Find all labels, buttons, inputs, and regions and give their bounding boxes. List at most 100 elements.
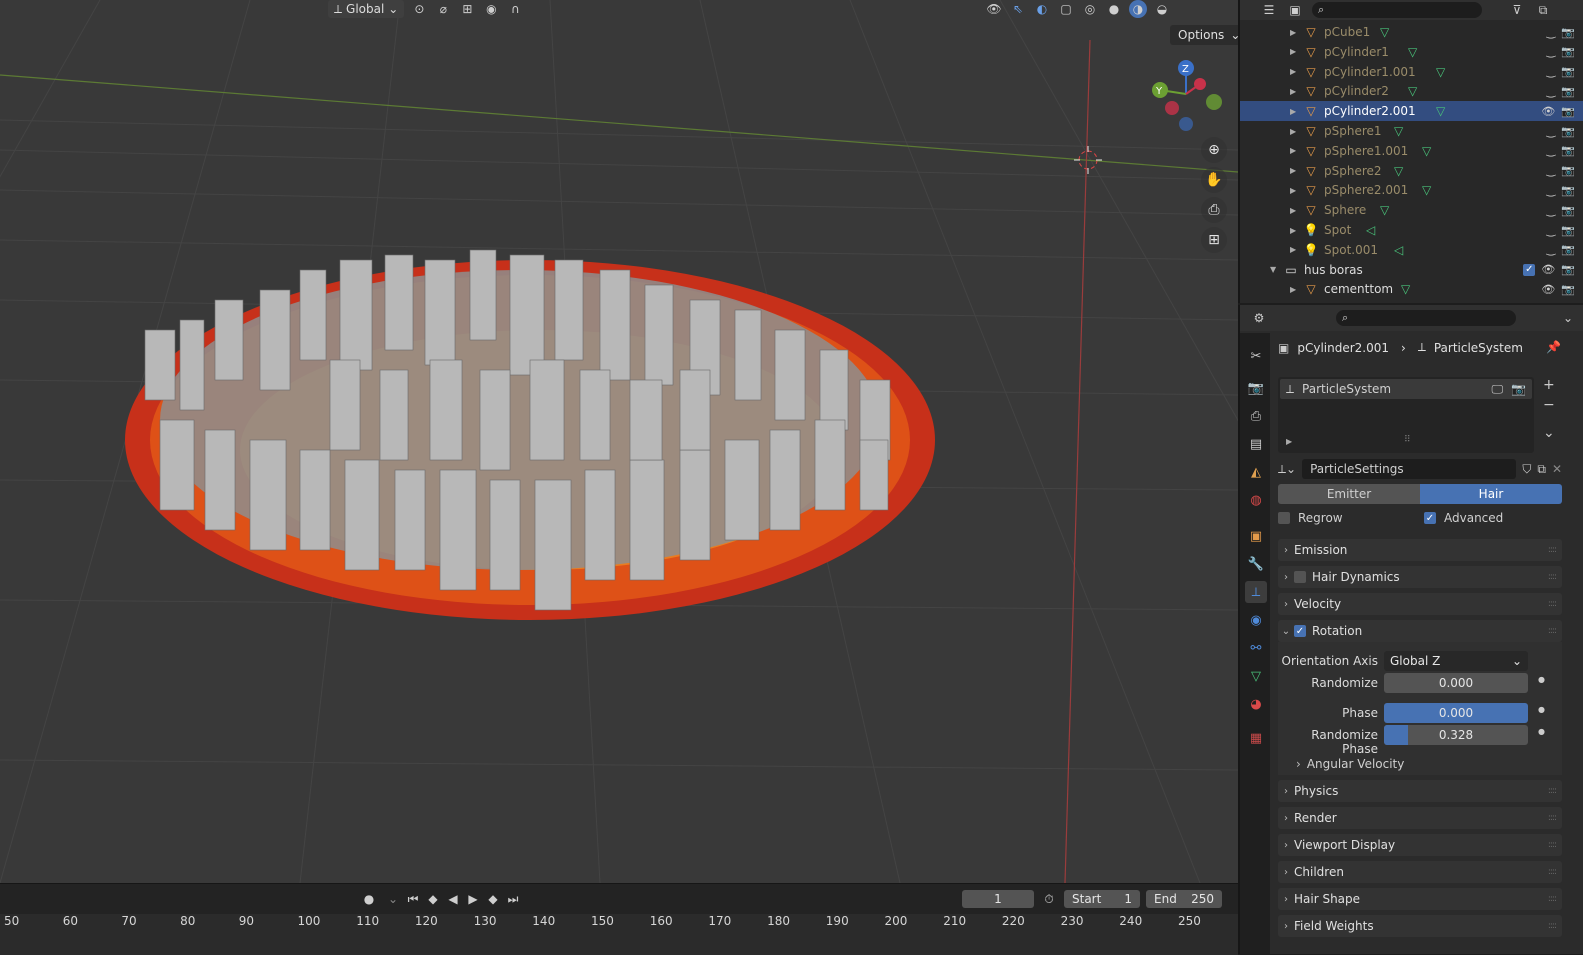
filter-icon[interactable]: ⊽ <box>1508 1 1526 19</box>
world-tab-icon[interactable]: ◍ <box>1245 489 1267 511</box>
navigation-gizmo[interactable]: Z Y <box>1148 58 1230 138</box>
panel-velocity[interactable]: › Velocity :::: <box>1278 593 1562 615</box>
render-camera-icon[interactable]: 📷 <box>1561 263 1575 276</box>
visibility-eye-icon[interactable]: ‿ <box>1546 125 1555 138</box>
hair-button[interactable]: Hair <box>1420 484 1562 504</box>
visibility-eye-icon[interactable]: ‿ <box>1546 204 1555 217</box>
material-tab-icon[interactable]: ◕ <box>1245 693 1267 715</box>
play-icon[interactable]: ▶ <box>464 890 482 908</box>
mesh-data-icon[interactable]: ▽ <box>1401 282 1410 296</box>
options-dropdown[interactable]: Options ⌄ <box>1170 25 1238 45</box>
rendered-shading-icon[interactable]: ◒ <box>1153 0 1171 18</box>
render-camera-icon[interactable]: 📷 <box>1561 45 1575 58</box>
expand-icon[interactable]: ▶ <box>1290 245 1296 254</box>
modifier-tab-icon[interactable]: 🔧 <box>1245 553 1267 575</box>
physics-tab-icon[interactable]: ◉ <box>1245 609 1267 631</box>
expand-icon[interactable]: ▶ <box>1290 285 1296 294</box>
pivot-point-icon[interactable]: ⊙ <box>410 0 428 18</box>
keyframe-record-icon[interactable]: ● <box>360 890 378 908</box>
expand-icon[interactable]: ▶ <box>1290 47 1296 56</box>
material-shading-icon[interactable]: ◑ <box>1129 0 1147 18</box>
outliner-item-row[interactable]: ▶ 💡 Spot ◁ ‿ 📷 <box>1240 220 1583 240</box>
expand-icon[interactable]: ▶ <box>1290 87 1296 96</box>
proportional-edit-icon[interactable]: ◉ <box>482 0 500 18</box>
render-camera-icon[interactable]: 📷 <box>1561 164 1575 177</box>
outliner-item-row[interactable]: ▶ ▽ pCylinder1 ▽ ‿ 📷 <box>1240 42 1583 62</box>
drag-grip-icon[interactable]: :::: <box>1548 599 1557 609</box>
outliner-item-row[interactable]: ▶ ▽ pSphere1 ▽ ‿ 📷 <box>1240 121 1583 141</box>
render-camera-icon[interactable]: 📷 <box>1561 26 1575 39</box>
next-keyframe-icon[interactable]: ◆ <box>484 890 502 908</box>
chevron-down-icon[interactable]: ⌄ <box>384 890 402 908</box>
outliner-item-row[interactable]: ▶ ▽ pCube1 ▽ ‿ 📷 <box>1240 22 1583 42</box>
hair-dynamics-checkbox[interactable] <box>1294 571 1306 583</box>
visibility-icon[interactable]: 👁 <box>985 0 1003 18</box>
stopwatch-icon[interactable]: ⏱ <box>1040 890 1058 908</box>
mesh-data-icon[interactable]: ▽ <box>1394 124 1403 138</box>
exclude-checkbox[interactable]: ✓ <box>1523 263 1536 276</box>
drag-grip-icon[interactable]: :::: <box>1548 894 1557 904</box>
solid-shading-icon[interactable]: ● <box>1105 0 1123 18</box>
constraints-tab-icon[interactable]: ⚯ <box>1245 637 1267 659</box>
texture-tab-icon[interactable]: ▦ <box>1245 727 1267 749</box>
outliner-item-row[interactable]: ▶ ▽ pCylinder2.001 ▽ 👁 📷 <box>1240 101 1583 122</box>
render-camera-icon[interactable]: 📷 <box>1561 204 1575 217</box>
expand-icon[interactable]: ▶ <box>1290 107 1296 116</box>
remove-slot-icon[interactable]: − <box>1543 397 1555 413</box>
visibility-eye-icon[interactable]: ‿ <box>1546 26 1555 39</box>
panel-rotation[interactable]: ⌄ ✓ Rotation :::: <box>1278 620 1562 642</box>
outliner-item-row[interactable]: ▶ ▽ pSphere2 ▽ ‿ 📷 <box>1240 161 1583 181</box>
outliner-item-row[interactable]: ▶ ▽ Sphere ▽ ‿ 📷 <box>1240 200 1583 220</box>
drag-grip-icon[interactable]: :::: <box>1548 545 1557 555</box>
close-icon[interactable]: ✕ <box>1552 462 1562 476</box>
outliner-item-row[interactable]: ▶ ▽ pCylinder1.001 ▽ ‿ 📷 <box>1240 62 1583 82</box>
mesh-data-icon[interactable]: ▽ <box>1394 164 1403 178</box>
drag-grip-icon[interactable]: :::: <box>1548 813 1557 823</box>
outliner-item-row[interactable]: ▶ ▽ cementtom ▽ 👁 📷 <box>1240 279 1583 299</box>
transform-orientation-dropdown[interactable]: ⟂ Global ⌄ <box>328 0 405 18</box>
panel-children[interactable]: › Children :::: <box>1278 861 1562 883</box>
gizmo-icon[interactable]: ⇖ <box>1009 0 1027 18</box>
mesh-data-icon[interactable]: ▽ <box>1380 203 1389 217</box>
perspective-toggle-icon[interactable]: ⊞ <box>1201 227 1227 253</box>
panel-physics[interactable]: › Physics :::: <box>1278 780 1562 802</box>
render-tab-icon[interactable]: 📷 <box>1245 377 1267 399</box>
expand-icon[interactable]: ▶ <box>1290 28 1296 37</box>
visibility-eye-icon[interactable]: ‿ <box>1546 85 1555 98</box>
pin-icon[interactable]: 📌 <box>1546 340 1561 354</box>
particles-tab-icon[interactable]: ⟂ <box>1245 581 1267 603</box>
regrow-checkbox[interactable]: Regrow <box>1278 511 1343 525</box>
scene-tab-icon[interactable]: ◭ <box>1245 461 1267 483</box>
timeline[interactable]: ● ⌄ ⏮ ◆ ◀ ▶ ◆ ⏭ 1 ⏱ Start 1 End 250 50 60… <box>0 883 1238 955</box>
fake-user-shield-icon[interactable]: ⛉ <box>1522 462 1531 477</box>
jump-end-icon[interactable]: ⏭ <box>504 890 522 908</box>
randomize-phase-slider[interactable]: 0.328 <box>1384 725 1528 745</box>
rotation-checkbox[interactable]: ✓ <box>1294 625 1306 637</box>
new-collection-icon[interactable]: ⧉ <box>1534 1 1552 19</box>
outliner-collection-row[interactable]: ▼ ▭ hus boras ✓ 👁 📷 <box>1240 260 1583 280</box>
panel-hair-dynamics[interactable]: › Hair Dynamics :::: <box>1278 566 1562 588</box>
mesh-data-icon[interactable]: ▽ <box>1422 144 1431 158</box>
view-layer-icon[interactable]: ▣ <box>1286 1 1304 19</box>
render-camera-icon[interactable]: 📷 <box>1561 243 1575 256</box>
visibility-eye-icon[interactable]: ‿ <box>1546 164 1555 177</box>
expand-icon[interactable]: ▶ <box>1290 127 1296 136</box>
subpanel-angular-velocity[interactable]: › Angular Velocity <box>1296 757 1404 771</box>
panel-render[interactable]: › Render :::: <box>1278 807 1562 829</box>
duplicate-icon[interactable]: ⧉ <box>1537 462 1546 477</box>
drag-grip-icon[interactable]: :::: <box>1548 921 1557 931</box>
phase-field[interactable]: 0.000 <box>1384 703 1528 723</box>
panel-hair-shape[interactable]: › Hair Shape :::: <box>1278 888 1562 910</box>
view-layer-tab-icon[interactable]: ▤ <box>1245 433 1267 455</box>
render-camera-icon[interactable]: 📷 <box>1561 283 1575 296</box>
expand-icon[interactable]: ▶ <box>1290 206 1296 215</box>
expand-icon[interactable]: ▶ <box>1290 146 1296 155</box>
editor-type-icon[interactable]: ⚙ <box>1250 309 1268 327</box>
camera-view-icon[interactable]: ⎙ <box>1201 197 1227 223</box>
camera-icon[interactable]: 📷 <box>1511 382 1526 396</box>
play-reverse-icon[interactable]: ◀ <box>444 890 462 908</box>
outliner-item-row[interactable]: ▶ ▽ pCylinder2 ▽ ‿ 📷 <box>1240 81 1583 101</box>
overlays-icon[interactable]: ◐ <box>1033 0 1051 18</box>
visibility-eye-icon[interactable]: ‿ <box>1546 144 1555 157</box>
mesh-data-icon[interactable]: ▽ <box>1436 65 1445 79</box>
